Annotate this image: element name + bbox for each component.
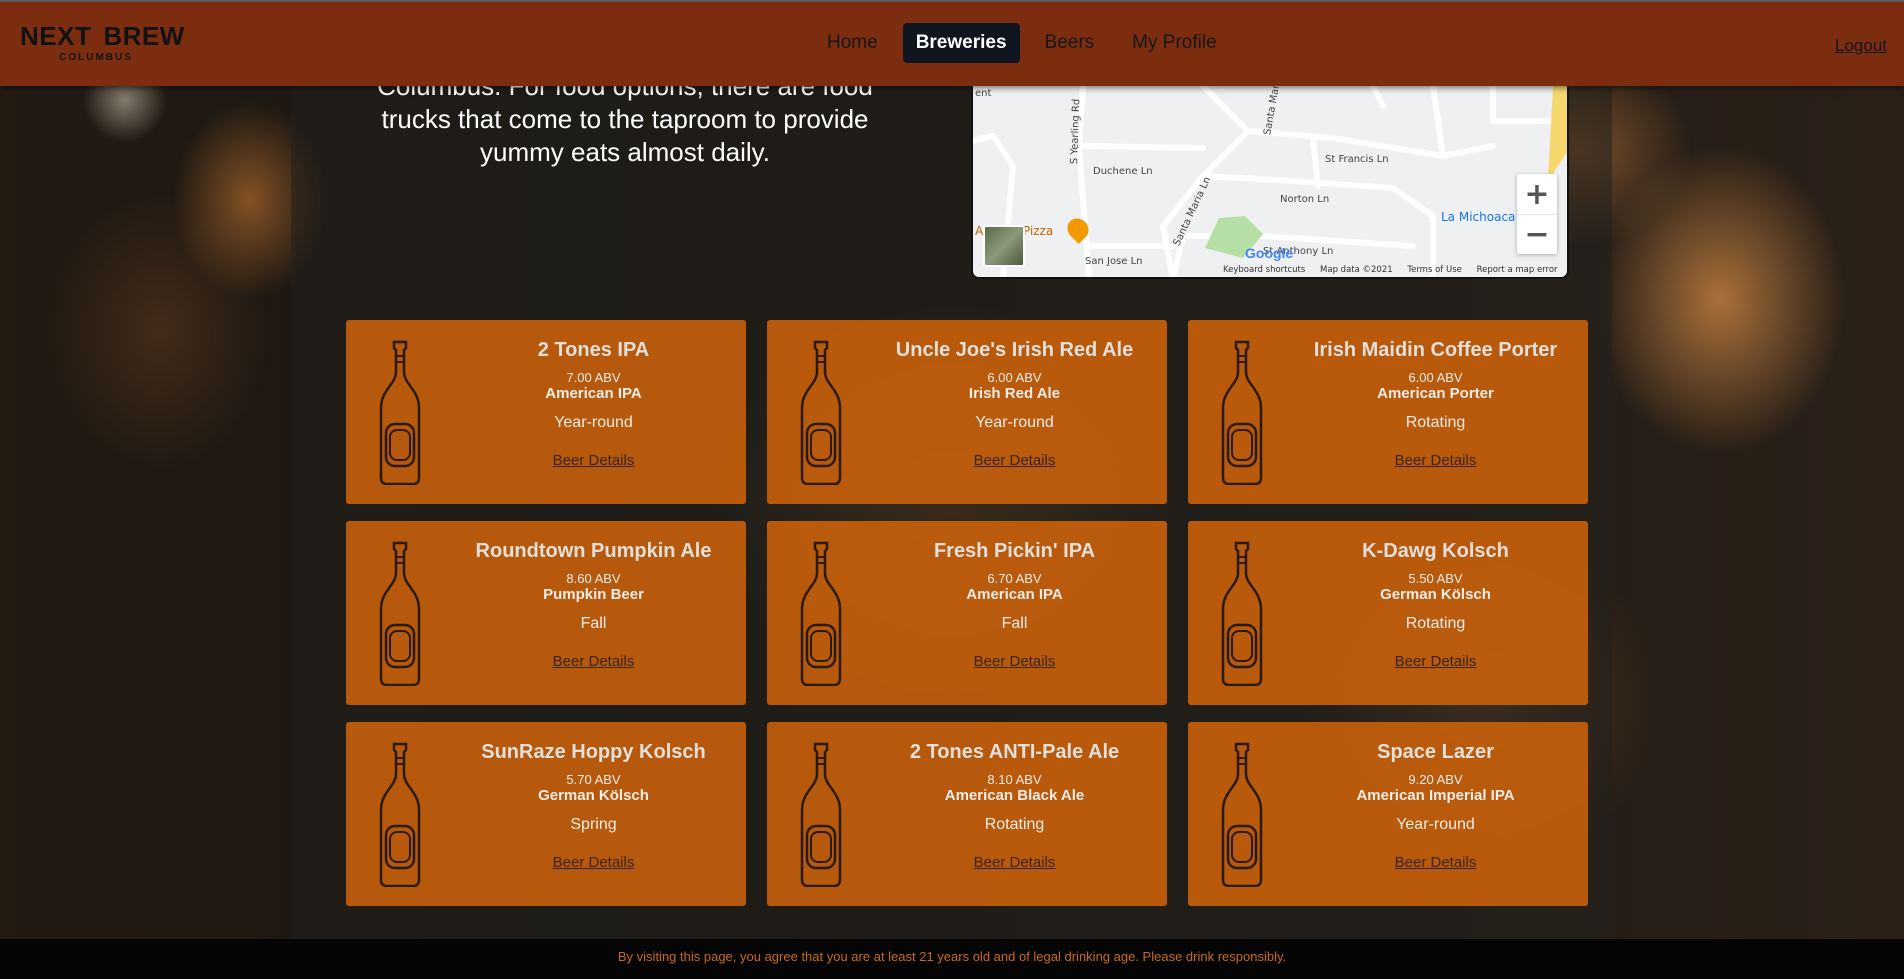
beer-card: Uncle Joe's Irish Red Ale 6.00 ABV Irish… [767,320,1167,504]
logout-link[interactable]: Logout [1835,36,1887,56]
beer-bottle-icon [800,340,842,485]
map-terms-link[interactable]: Terms of Use [1407,265,1462,275]
site-header: NEXT BREW COLUMBUS Home Breweries Beers … [0,0,1904,86]
beer-season: Rotating [984,816,1045,833]
beer-card-grid: 2 Tones IPA 7.00 ABV American IPA Year-r… [346,320,1588,906]
beer-abv: 6.00 ABV [1408,370,1463,385]
beer-name: 2 Tones IPA [537,339,650,361]
logo-text-left: NEXT [20,21,92,51]
beer-card: 2 Tones ANTI-Pale Ale 8.10 ABV American … [767,722,1167,906]
logo[interactable]: NEXT BREW COLUMBUS [20,21,184,74]
map-report-error-link[interactable]: Report a map error [1477,265,1558,275]
zoom-in-button[interactable]: + [1517,174,1557,214]
map-label-duchene: Duchene Ln [1093,166,1153,177]
beer-name: Irish Maidin Coffee Porter [1313,339,1558,361]
beer-style: German Kölsch [538,787,649,804]
beer-abv: 5.50 ABV [1408,571,1463,586]
beer-name: 2 Tones ANTI-Pale Ale [909,741,1120,763]
beer-style: American IPA [966,586,1063,603]
beer-name: Roundtown Pumpkin Ale [475,540,712,562]
beer-details-link[interactable]: Beer Details [553,653,635,671]
map-place-pizza[interactable]: Pizza [1023,224,1053,238]
beer-abv: 8.10 ABV [987,772,1042,787]
nav-home[interactable]: Home [814,23,891,63]
beer-style: American IPA [545,385,642,402]
age-disclaimer-footer: By visiting this page, you agree that yo… [0,939,1904,979]
beer-style: Irish Red Ale [968,385,1061,402]
beer-style: Pumpkin Beer [543,586,644,603]
age-disclaimer-text: By visiting this page, you agree that yo… [617,949,1287,964]
main-nav: Home Breweries Beers My Profile [814,23,1230,63]
beer-style: American Porter [1377,385,1494,402]
beer-details-link[interactable]: Beer Details [1395,854,1477,872]
beer-details-link[interactable]: Beer Details [553,452,635,470]
beer-season: Rotating [1405,414,1466,431]
beer-name: Uncle Joe's Irish Red Ale [895,339,1134,361]
beer-style: American Imperial IPA [1356,787,1515,804]
beer-name: SunRaze Hoppy Kolsch [481,741,706,763]
beer-abv: 6.70 ABV [987,571,1042,586]
beer-card: K-Dawg Kolsch 5.50 ABV German Kölsch Rot… [1188,521,1588,705]
nav-my-profile[interactable]: My Profile [1119,23,1229,63]
beer-details-link[interactable]: Beer Details [974,854,1056,872]
beer-bottle-icon [379,340,421,485]
beer-season: Year-round [975,414,1054,431]
beer-details-link[interactable]: Beer Details [1395,452,1477,470]
map-label-san-jose: San Jose Ln [1085,256,1143,267]
map-place-pizza-a[interactable]: A [975,224,983,238]
beer-abv: 9.20 ABV [1408,772,1463,787]
map-label-norton: Norton Ln [1280,194,1330,205]
logo-subtitle: COLUMBUS [59,52,133,63]
beer-details-link[interactable]: Beer Details [974,653,1056,671]
beer-abv: 7.00 ABV [566,370,621,385]
beer-details-link[interactable]: Beer Details [553,854,635,872]
beer-abv: 6.00 ABV [987,370,1042,385]
zoom-out-button[interactable]: − [1517,214,1557,254]
beer-card: Fresh Pickin' IPA 6.70 ABV American IPA … [767,521,1167,705]
beer-season: Rotating [1405,615,1466,632]
map-zoom-control: + − [1517,174,1557,254]
beer-style: American Black Ale [944,787,1085,804]
brewery-map[interactable]: ent S Yearling Rd Santa Maria Duchene Ln… [971,86,1569,279]
map-satellite-toggle[interactable] [983,225,1025,267]
nav-breweries[interactable]: Breweries [902,23,1020,63]
beer-bottle-icon [1221,742,1263,887]
map-label-st-francis: St Francis Ln [1325,154,1389,165]
beer-bottle-icon [379,541,421,686]
map-footer: Keyboard shortcuts Map data ©2021 Terms … [1223,265,1567,275]
beer-season: Year-round [554,414,633,431]
beer-details-link[interactable]: Beer Details [974,452,1056,470]
beer-details-link[interactable]: Beer Details [1395,653,1477,671]
beer-card: SunRaze Hoppy Kolsch 5.70 ABV German Köl… [346,722,746,906]
beer-season: Spring [570,816,617,833]
nav-beers[interactable]: Beers [1032,23,1108,63]
beer-bottle-icon [800,742,842,887]
beer-bottle-icon [800,541,842,686]
beer-name: K-Dawg Kolsch [1362,540,1509,562]
beer-name: Space Lazer [1377,741,1494,763]
map-data-credit: Map data ©2021 [1320,265,1393,275]
map-keyboard-shortcuts[interactable]: Keyboard shortcuts [1223,265,1305,275]
map-label-yearling: S Yearling Rd [1069,98,1083,165]
beer-abv: 8.60 ABV [566,571,621,586]
google-logo: Google [1245,245,1294,261]
beer-abv: 5.70 ABV [566,772,621,787]
beer-card: Irish Maidin Coffee Porter 6.00 ABV Amer… [1188,320,1588,504]
logo-text-right: BREW [103,21,185,51]
beer-style: German Kölsch [1380,586,1491,603]
beer-season: Fall [1001,615,1028,632]
beer-bottle-icon [379,742,421,887]
beer-bottle-icon [1221,541,1263,686]
beer-season: Year-round [1396,816,1475,833]
beer-card: Space Lazer 9.20 ABV American Imperial I… [1188,722,1588,906]
beer-card: 2 Tones IPA 7.00 ABV American IPA Year-r… [346,320,746,504]
beer-name: Fresh Pickin' IPA [933,540,1096,562]
beer-card: Roundtown Pumpkin Ale 8.60 ABV Pumpkin B… [346,521,746,705]
map-label-ent: ent [975,88,992,99]
beer-bottle-icon [1221,340,1263,485]
map-place-la-michoacana[interactable]: La Michoaca [1441,210,1515,224]
beer-season: Fall [580,615,607,632]
